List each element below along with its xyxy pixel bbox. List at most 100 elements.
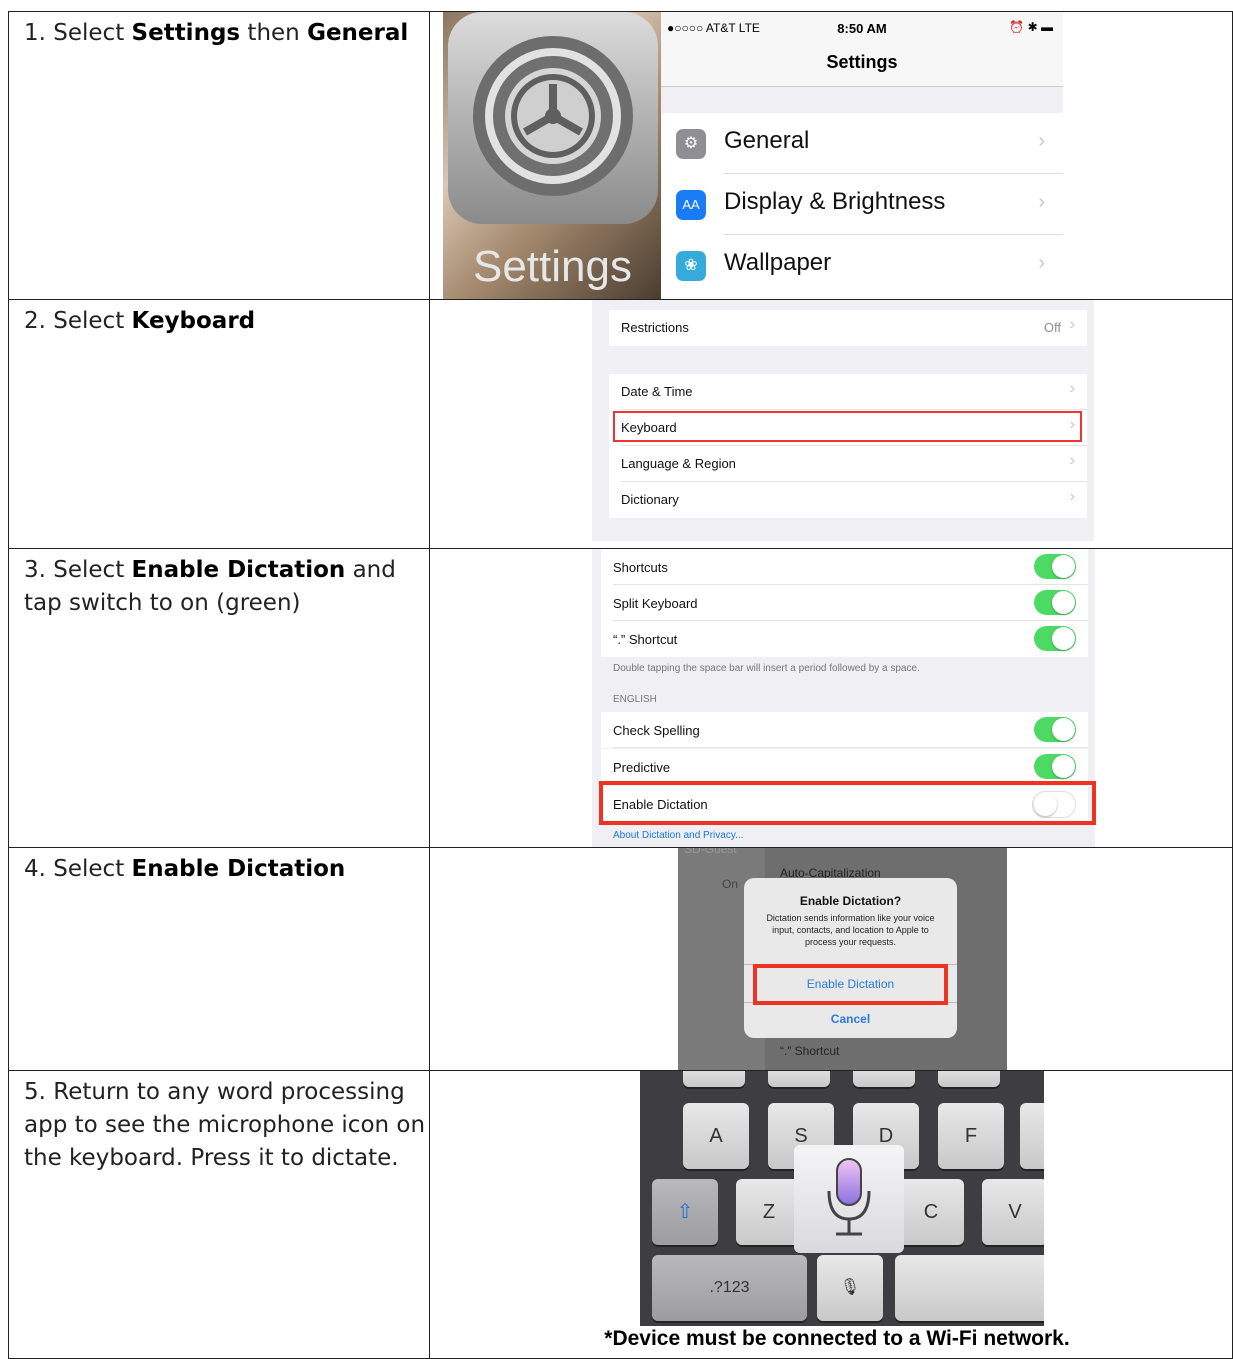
shortcuts-label: Shortcuts [612,560,668,575]
shortcuts-row: Shortcuts [600,549,1088,585]
split-keyboard-label: Split Keyboard [612,596,698,611]
period-shortcut-label: “.” Shortcut [612,632,678,647]
step-4-text: 4. Select Enable Dictation [8,847,430,1071]
step-4-prefix: 4. Select [24,856,132,882]
check-spelling-label: Check Spelling [612,723,700,738]
step-1-screenshot: Settings ●○○○○ AT&T LTE 8:50 AM ⏰ ✱ ▬ Se… [428,11,1233,300]
step-2-text: 2. Select Keyboard [8,299,430,549]
gear-icon: ⚙ [675,129,706,159]
nav-bar: ●○○○○ AT&T LTE 8:50 AM ⏰ ✱ ▬ Settings [660,12,1063,87]
key-partial [1019,1103,1044,1169]
separator [612,747,1088,748]
chevron-right-icon: › [1069,380,1075,397]
restrictions-row[interactable]: Restrictions Off › [609,310,1087,346]
dictation-popup [793,1145,904,1253]
chevron-right-icon: › [1038,191,1045,213]
step-2-prefix: 2. Select [24,308,132,334]
step-3-prefix: 3. Select [24,557,132,583]
predictive-label: Predictive [612,760,671,775]
restrictions-label: Restrictions [620,320,689,335]
date-time-label: Date & Time [620,384,693,399]
enable-button-highlight [752,964,948,1005]
shift-icon[interactable]: ⇧ [651,1179,718,1245]
settings-list: ⚙ General › AA Display & Brightness › ❀ … [660,113,1063,299]
steps-table: 1. Select Settings then General Settings [8,11,1233,1359]
step-2-screenshot: Restrictions Off › Date & Time › Keyboar… [428,299,1233,549]
dictation-dialog-screen: SD-Guest On Auto-Capitalization Enable D… [677,848,1007,1070]
dictionary-label: Dictionary [620,492,679,507]
microphone-icon [827,1158,871,1236]
date-time-row[interactable]: Date & Time › [609,374,1087,410]
key-top [852,1071,915,1087]
split-keyboard-toggle[interactable] [1033,590,1076,615]
status-icons: ⏰ ✱ ▬ [1009,20,1053,34]
dimmed-period-shortcut: “.” Shortcut [779,1044,840,1058]
dimmed-network-label: SD-Guest [683,848,737,857]
chevron-right-icon: › [1038,252,1045,274]
wifi-note: *Device must be connected to a Wi-Fi net… [604,1327,1070,1350]
keyboard-settings-screen: Shortcuts Split Keyboard “.” Shortcut Do… [591,549,1096,847]
settings-item-label: Display & Brightness [723,188,946,215]
chevron-right-icon: › [1069,452,1075,469]
step-3-text: 3. Select Enable Dictation and tap switc… [8,548,430,848]
step-3-screenshot: Shortcuts Split Keyboard “.” Shortcut Do… [428,548,1233,848]
step-row-1: 1. Select Settings then General Settings [8,11,1233,300]
key-a[interactable]: A [682,1103,749,1169]
settings-item-display[interactable]: AA Display & Brightness › [661,174,1063,235]
step-1-text: 1. Select Settings then General [8,11,430,300]
general-group: Date & Time › Keyboard › Language & Regi… [608,374,1087,518]
dictionary-row[interactable]: Dictionary › [609,482,1087,518]
key-z[interactable]: Z [735,1179,802,1245]
step-5-text: 5. Return to any word processing app to … [8,1070,430,1359]
settings-item-label: Wallpaper [723,249,832,276]
step-row-4: 4. Select Enable Dictation SD-Guest On A… [8,847,1233,1071]
split-keyboard-row: Split Keyboard [600,585,1088,621]
settings-item-general[interactable]: ⚙ General › [661,113,1063,174]
step-4-screenshot: SD-Guest On Auto-Capitalization Enable D… [428,847,1233,1071]
key-f[interactable]: F [937,1103,1004,1169]
key-top [767,1071,830,1087]
alert-message: Dictation sends information like your vo… [766,913,935,947]
english-section-header: ENGLISH [612,694,657,705]
check-spelling-toggle[interactable] [1033,717,1076,742]
dictation-privacy-link[interactable]: About Dictation and Privacy... [613,830,743,841]
display-icon: AA [675,190,706,220]
step-2-bold-keyboard: Keyboard [131,308,256,334]
clock: 8:50 AM [837,21,887,36]
dimmed-on-label: On [721,877,738,891]
gear-icon [472,36,633,196]
language-region-label: Language & Region [620,456,736,471]
step-4-bold-enable-dictation: Enable Dictation [131,856,346,882]
language-region-row[interactable]: Language & Region › [609,446,1087,482]
general-settings-screen: Restrictions Off › Date & Time › Keyboar… [591,300,1094,541]
ios-keyboard: A S D F ⇧ Z C V .?123 🎙 [639,1071,1044,1326]
step-1-bold-general: General [307,20,409,46]
predictive-toggle[interactable] [1033,754,1076,779]
enable-dictation-highlight [598,781,1096,825]
chevron-right-icon: › [1069,316,1075,333]
key-top [682,1071,745,1087]
key-top [937,1071,1000,1087]
restrictions-group: Restrictions Off › [608,310,1087,346]
predictive-row: Predictive [600,749,1088,785]
space-key[interactable] [894,1255,1044,1321]
settings-app-label: Settings [472,242,632,291]
key-v[interactable]: V [981,1179,1044,1245]
period-shortcut-note: Double tapping the space bar will insert… [612,663,920,674]
cancel-button[interactable]: Cancel [744,1012,957,1026]
settings-item-wallpaper[interactable]: ❀ Wallpaper › [661,235,1063,296]
check-spelling-row: Check Spelling [600,712,1088,748]
document: 1. Select Settings then General Settings [0,0,1233,1359]
settings-screen: ●○○○○ AT&T LTE 8:50 AM ⏰ ✱ ▬ Settings ⚙ … [660,12,1063,299]
numbers-key[interactable]: .?123 [651,1255,807,1321]
period-shortcut-row: “.” Shortcut [600,621,1088,657]
enable-dictation-alert: Enable Dictation? Dictation sends inform… [743,878,957,1038]
shortcuts-toggle[interactable] [1033,554,1076,579]
step-1-bold-settings: Settings [131,20,241,46]
step-5-screenshot: A S D F ⇧ Z C V .?123 🎙 *Device must be … [428,1070,1233,1359]
dictation-key-mic-icon[interactable]: 🎙 [816,1255,883,1321]
key-c[interactable]: C [897,1179,964,1245]
step-1-mid: then [240,20,308,46]
period-shortcut-toggle[interactable] [1033,626,1076,651]
chevron-right-icon: › [1038,130,1045,152]
